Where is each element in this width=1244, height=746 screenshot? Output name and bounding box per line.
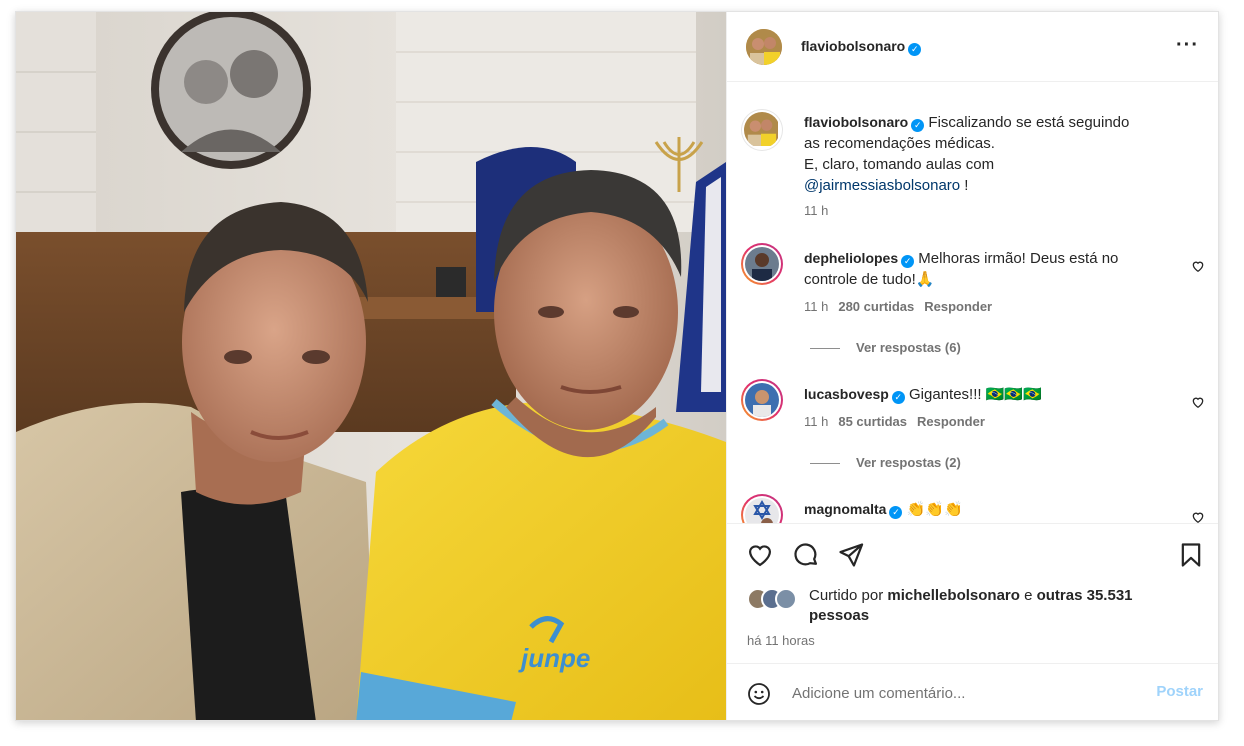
- author-avatar[interactable]: [746, 29, 782, 65]
- comment-username[interactable]: lucasbovesp: [804, 386, 889, 402]
- post-side-panel: flaviobolsonaro ✓ ··· flaviobolsonaro ✓ …: [726, 12, 1218, 720]
- post-photo-illustration: junpe: [16, 12, 726, 720]
- depheliolopes-avatar-image: [745, 247, 779, 281]
- comment-avatar-lucasbovesp[interactable]: [741, 379, 783, 421]
- comments-list[interactable]: flaviobolsonaro ✓ Fiscalizando se está se…: [727, 83, 1218, 523]
- reply-button[interactable]: Responder: [917, 414, 985, 429]
- post-timestamp[interactable]: há 11 horas: [747, 633, 815, 648]
- comment-item: lucasbovesp ✓ Gigantes!!! 🇧🇷🇧🇷🇧🇷 11 h 85 c…: [804, 384, 1174, 429]
- liked-by-text: Curtido por michellebolsonaro e outras 3…: [809, 586, 1209, 626]
- comment-time: 11 h: [804, 299, 829, 314]
- comment-likes[interactable]: 85 curtidas: [838, 414, 907, 429]
- comment-item: depheliolopes ✓ Melhoras irmão! Deus está…: [804, 248, 1174, 314]
- comment-text-line-2: controle de tudo!🙏: [804, 271, 935, 288]
- caption-mention-link[interactable]: @jairmessiasbolsonaro: [804, 177, 960, 194]
- svg-text:junpe: junpe: [518, 643, 590, 673]
- post-actions: Curtido por michellebolsonaro e outras 3…: [727, 523, 1218, 663]
- view-replies-button[interactable]: Ver respostas (2): [810, 455, 961, 470]
- comment-username[interactable]: magnomalta: [804, 501, 886, 517]
- author-avatar-image: [746, 29, 782, 65]
- post-modal: junpe flaviobolsonaro ✓ ··· flaviobolson…: [15, 11, 1219, 721]
- save-bookmark-icon[interactable]: [1177, 541, 1205, 569]
- comment-time: 11 h: [804, 414, 829, 429]
- verified-badge-icon: ✓: [901, 255, 915, 268]
- comment-like-heart-icon[interactable]: [1191, 395, 1205, 409]
- liked-by-prefix: Curtido por: [809, 587, 884, 604]
- comment-like-heart-icon[interactable]: [1191, 510, 1205, 523]
- author-username[interactable]: flaviobolsonaro: [801, 38, 905, 54]
- caption-line-2: as recomendações médicas.: [804, 135, 995, 152]
- comment-text-line-1: 👏👏👏: [906, 501, 963, 518]
- add-comment-bar: Postar: [727, 663, 1218, 720]
- post-header: flaviobolsonaro ✓ ···: [727, 12, 1218, 82]
- more-horizontal-icon[interactable]: ···: [1176, 34, 1199, 57]
- like-heart-icon[interactable]: [746, 541, 774, 569]
- comment-username[interactable]: depheliolopes: [804, 250, 898, 266]
- post-photo[interactable]: junpe: [16, 12, 726, 720]
- view-replies-button[interactable]: Ver respostas (6): [810, 340, 961, 355]
- comment-likes[interactable]: 280 curtidas: [838, 299, 914, 314]
- reply-button[interactable]: Responder: [924, 299, 992, 314]
- share-send-icon[interactable]: [837, 541, 865, 569]
- liked-by-user[interactable]: michellebolsonaro: [887, 587, 1020, 604]
- comment-text-line-1: Melhoras irmão! Deus está no: [918, 250, 1119, 267]
- post-comment-button[interactable]: Postar: [1156, 683, 1203, 700]
- liked-by-others[interactable]: outras 35.531: [1037, 587, 1133, 604]
- magnomalta-avatar-image: [745, 498, 779, 523]
- caption-line-1: Fiscalizando se está seguindo: [928, 114, 1130, 131]
- verified-badge-icon: ✓: [891, 391, 905, 404]
- caption-avatar-image: [744, 112, 778, 146]
- caption-line-3: E, claro, tomando aulas com: [804, 156, 995, 173]
- verified-badge-icon: ✓: [889, 506, 903, 519]
- comment-bubble-icon[interactable]: [792, 541, 820, 569]
- caption-avatar[interactable]: [741, 109, 783, 151]
- caption-time: 11 h: [804, 203, 829, 218]
- comment-input[interactable]: [792, 678, 1132, 708]
- comment-avatar-magnomalta[interactable]: [741, 494, 783, 523]
- verified-badge-icon: ✓: [911, 119, 925, 132]
- liked-by-conj: e: [1024, 587, 1033, 604]
- caption: flaviobolsonaro ✓ Fiscalizando se está se…: [804, 112, 1199, 218]
- emoji-smiley-icon[interactable]: [747, 682, 771, 706]
- caption-after-mention: !: [960, 177, 969, 194]
- comment-item: magnomalta ✓ 👏👏👏: [804, 499, 1174, 520]
- caption-username[interactable]: flaviobolsonaro: [804, 114, 908, 130]
- comment-text-line-1: Gigantes!!! 🇧🇷🇧🇷🇧🇷: [909, 386, 1042, 403]
- lucasbovesp-avatar-image: [745, 383, 779, 417]
- liker-avatar: [775, 588, 797, 610]
- liked-by-others-line-2[interactable]: pessoas: [809, 607, 869, 624]
- comment-like-heart-icon[interactable]: [1191, 259, 1205, 273]
- verified-badge-icon: ✓: [908, 43, 922, 56]
- comment-avatar-depheliolopes[interactable]: [741, 243, 783, 285]
